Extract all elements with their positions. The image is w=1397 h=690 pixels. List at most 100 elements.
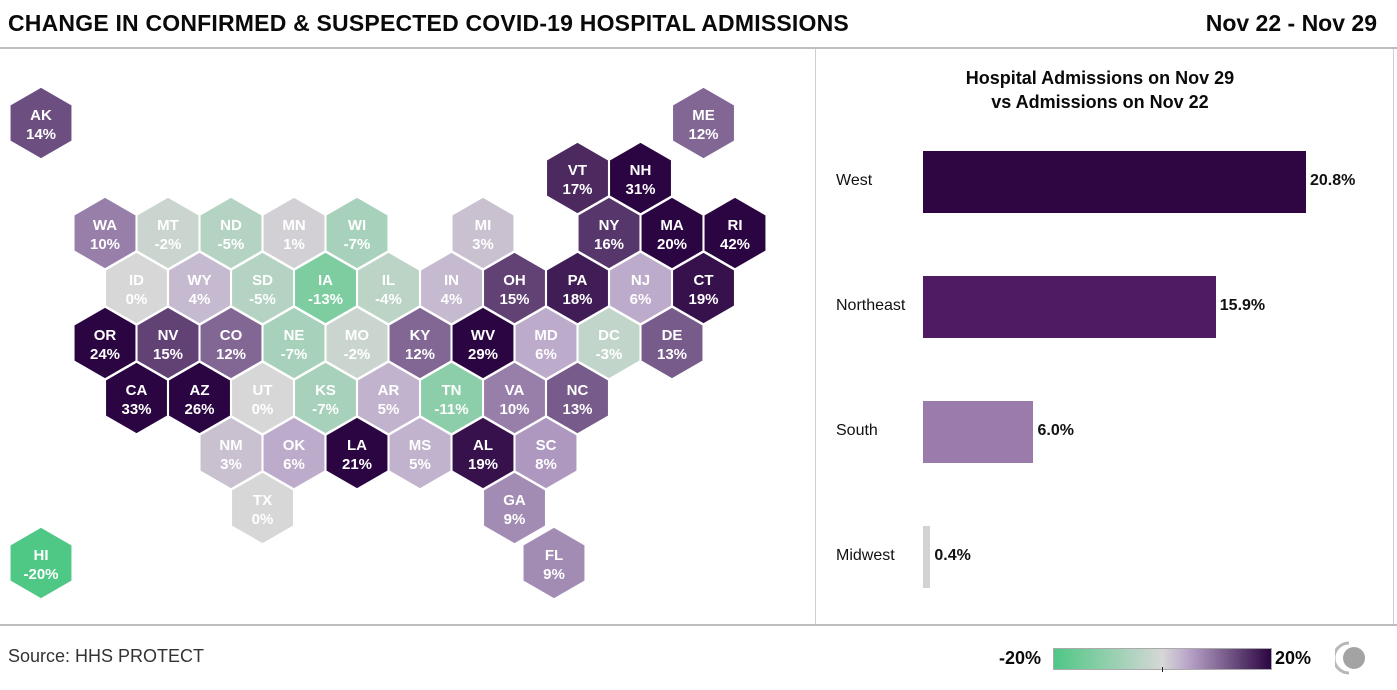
date-range: Nov 22 - Nov 29 (1205, 10, 1377, 36)
state-code-label: GA (503, 492, 526, 509)
state-value-label: -3% (596, 346, 623, 363)
bar-south[interactable] (923, 401, 1034, 463)
state-value-label: 12% (216, 346, 246, 363)
state-value-label: 0% (252, 401, 274, 418)
state-code-label: TX (253, 492, 272, 509)
bar-west[interactable] (923, 151, 1306, 213)
state-value-label: 13% (562, 401, 592, 418)
page-title: CHANGE IN CONFIRMED & SUSPECTED COVID-19… (8, 10, 849, 36)
state-code-label: VT (568, 162, 587, 179)
bar-value-west: 20.8% (1310, 172, 1356, 189)
source-note: Source: HHS PROTECT (8, 646, 205, 666)
state-code-label: RI (728, 217, 743, 234)
state-code-label: MS (409, 437, 432, 454)
state-code-label: NM (219, 437, 242, 454)
state-value-label: -4% (375, 291, 402, 308)
state-code-label: KS (315, 382, 336, 399)
state-value-label: 9% (543, 566, 565, 583)
state-hex-hi[interactable]: HI -20% (9, 526, 73, 600)
state-code-label: KY (410, 327, 431, 344)
state-value-label: 26% (184, 401, 214, 418)
state-value-label: 8% (535, 456, 557, 473)
state-code-label: WA (93, 217, 117, 234)
state-code-label: IN (444, 272, 459, 289)
state-value-label: 6% (535, 346, 557, 363)
state-value-label: 18% (562, 291, 592, 308)
legend-max-label: 20% (1275, 648, 1312, 668)
state-value-label: 13% (657, 346, 687, 363)
state-code-label: OR (94, 327, 117, 344)
state-value-label: -7% (312, 401, 339, 418)
state-value-label: 29% (468, 346, 498, 363)
state-value-label: 15% (499, 291, 529, 308)
state-value-label: 31% (625, 181, 655, 198)
state-value-label: 9% (504, 511, 526, 528)
state-value-label: 17% (562, 181, 592, 198)
state-value-label: 12% (405, 346, 435, 363)
state-value-label: -20% (23, 566, 58, 583)
state-code-label: TN (442, 382, 462, 399)
state-value-label: 19% (468, 456, 498, 473)
state-code-label: DE (662, 327, 683, 344)
state-code-label: CT (694, 272, 714, 289)
state-code-label: AR (378, 382, 400, 399)
state-value-label: 4% (441, 291, 463, 308)
state-value-label: 4% (189, 291, 211, 308)
state-value-label: 1% (283, 236, 305, 253)
state-code-label: NC (567, 382, 589, 399)
state-hex-me[interactable]: ME 12% (671, 86, 736, 160)
state-code-label: OK (283, 437, 306, 454)
state-value-label: -2% (155, 236, 182, 253)
state-code-label: NE (284, 327, 305, 344)
state-hex-ak[interactable]: AK 14% (9, 86, 73, 160)
footer-divider (0, 624, 1397, 626)
state-code-label: WI (348, 217, 366, 234)
state-value-label: -7% (344, 236, 371, 253)
state-code-label: ID (129, 272, 144, 289)
state-code-label: AL (473, 437, 493, 454)
state-value-label: -5% (218, 236, 245, 253)
state-value-label: 33% (121, 401, 151, 418)
state-code-label: HI (34, 547, 49, 564)
state-code-label: WV (471, 327, 495, 344)
state-code-label: NJ (631, 272, 650, 289)
state-hex-fl[interactable]: FL 9% (522, 526, 586, 600)
state-code-label: NH (630, 162, 652, 179)
state-code-label: AK (30, 107, 52, 124)
state-code-label: UT (253, 382, 273, 399)
state-value-label: 24% (90, 346, 120, 363)
state-code-label: IA (318, 272, 333, 289)
state-value-label: 20% (657, 236, 687, 253)
state-value-label: 21% (342, 456, 372, 473)
state-value-label: 0% (252, 511, 274, 528)
state-code-label: SC (536, 437, 557, 454)
bar-label-west: West (836, 172, 873, 189)
state-code-label: IL (382, 272, 395, 289)
state-value-label: 19% (688, 291, 718, 308)
state-code-label: WY (187, 272, 211, 289)
loading-spinner-icon (1335, 641, 1365, 675)
state-code-label: VA (505, 382, 525, 399)
state-value-label: 15% (153, 346, 183, 363)
state-code-label: SD (252, 272, 273, 289)
legend-min-label: -20% (999, 648, 1042, 668)
state-code-label: MI (475, 217, 492, 234)
bar-midwest[interactable] (923, 526, 931, 588)
bar-northeast[interactable] (923, 276, 1216, 338)
header: CHANGE IN CONFIRMED & SUSPECTED COVID-19… (0, 0, 1397, 49)
state-code-label: NY (599, 217, 620, 234)
state-code-label: LA (347, 437, 367, 454)
state-value-label: -2% (344, 346, 371, 363)
state-value-label: 3% (472, 236, 494, 253)
bar-value-northeast: 15.9% (1219, 297, 1266, 314)
state-code-label: ND (220, 217, 242, 234)
state-value-label: 10% (499, 401, 529, 418)
state-code-label: OH (503, 272, 526, 289)
state-code-label: MA (660, 217, 683, 234)
state-value-label: 5% (378, 401, 400, 418)
hex-tile-map: AK 14% ME 12% VT 17% NH 31% WA 10% MT -2% ND -5% MN 1% W… (9, 86, 767, 600)
right-border (1393, 49, 1394, 625)
bar-label-midwest: Midwest (836, 547, 895, 564)
state-value-label: 42% (720, 236, 750, 253)
state-code-label: AZ (190, 382, 210, 399)
